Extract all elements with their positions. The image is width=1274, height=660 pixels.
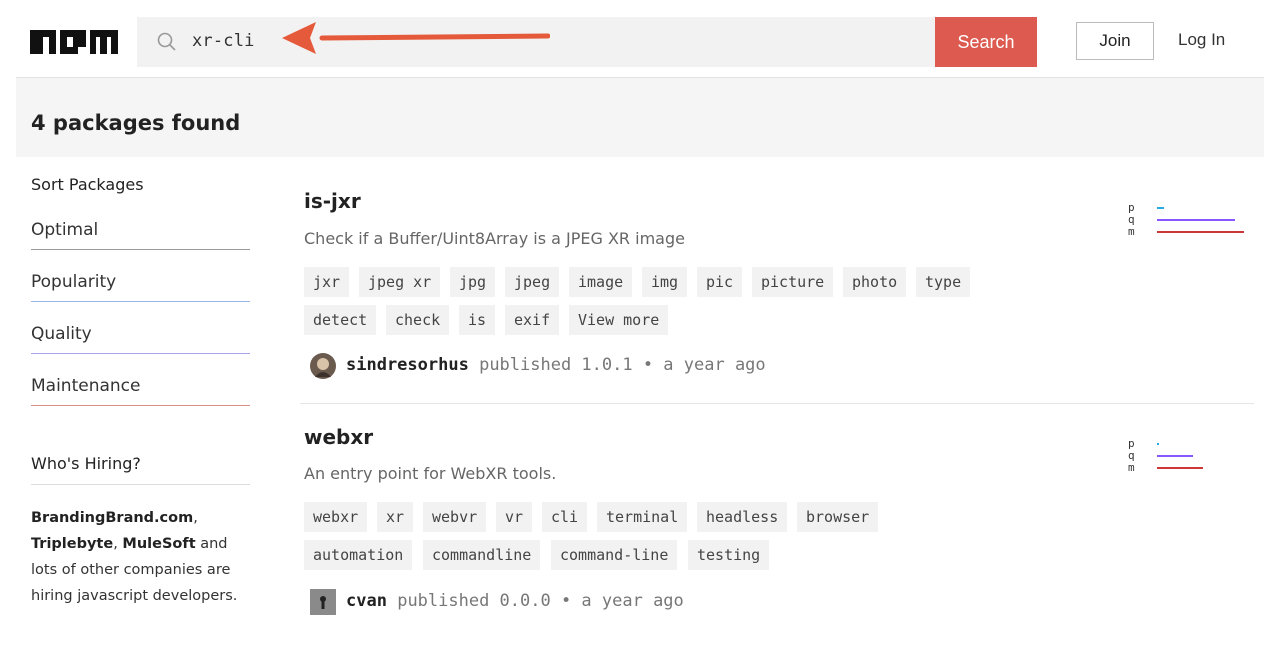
keyword-tag[interactable]: commandline (423, 540, 541, 570)
score-label-m: m (1128, 461, 1135, 474)
hiring-company-link[interactable]: BrandingBrand.com (31, 510, 193, 526)
keyword-tag[interactable]: jpeg (505, 267, 560, 297)
published-text: published 1.0.1 • a year ago (479, 355, 766, 375)
sort-underline (31, 249, 250, 250)
package-name-link[interactable]: webxr (304, 425, 373, 449)
hiring-company-link[interactable]: Triplebyte (31, 536, 113, 552)
score-label-m: m (1128, 225, 1135, 238)
keyword-tag[interactable]: cli (542, 502, 588, 532)
sort-packages-title: Sort Packages (31, 175, 144, 194)
score-label-p: p (1128, 201, 1135, 214)
publish-info: cvan published 0.0.0 • a year ago (346, 591, 684, 611)
top-header: xr-cli Search Join Log In (0, 0, 1274, 76)
view-more-tags-button[interactable]: View more (569, 305, 669, 335)
keyword-tag[interactable]: picture (752, 267, 834, 297)
keyword-tag[interactable]: detect (304, 305, 377, 335)
published-text: published 0.0.0 • a year ago (397, 591, 684, 611)
keyword-tag[interactable]: terminal (597, 502, 688, 532)
results-bar: 4 packages found (16, 77, 1264, 157)
keyword-tag[interactable]: webvr (423, 502, 487, 532)
sort-option-label: Quality (31, 324, 92, 344)
sort-underline (31, 301, 250, 302)
publisher-avatar[interactable] (310, 353, 336, 379)
score-bar-q (1157, 455, 1193, 457)
keyword-tag[interactable]: headless (697, 502, 788, 532)
package-name-link[interactable]: is-jxr (304, 189, 361, 213)
publisher-link[interactable]: cvan (346, 591, 387, 611)
keyword-tag[interactable]: command-line (551, 540, 678, 570)
hiring-text: BrandingBrand.com, Triplebyte, MuleSoft … (31, 510, 238, 604)
sort-underline (31, 405, 250, 406)
score-label-p: p (1128, 437, 1135, 450)
score-bars: pqm (1128, 438, 1258, 482)
score-label-q: q (1128, 449, 1135, 462)
keyword-tag[interactable]: jpg (450, 267, 496, 297)
sort-option-label: Popularity (31, 272, 117, 292)
keyword-tag[interactable]: webxr (304, 502, 368, 532)
keyword-tag[interactable]: photo (843, 267, 907, 297)
publisher-avatar[interactable] (310, 589, 336, 615)
score-label-q: q (1128, 213, 1135, 226)
sort-option-optimal[interactable]: Optimal (31, 214, 250, 250)
score-bars: pqm (1128, 202, 1258, 246)
search-button[interactable]: Search (935, 17, 1037, 67)
keyword-tag[interactable]: testing (688, 540, 770, 570)
publisher-link[interactable]: sindresorhus (346, 355, 469, 375)
results-count: 4 packages found (31, 111, 241, 135)
score-bar-q (1157, 219, 1235, 221)
hiring-company-link[interactable]: MuleSoft (122, 536, 195, 552)
score-bar-m (1157, 231, 1244, 233)
keyword-tag[interactable]: is (459, 305, 496, 335)
whos-hiring-title: Who's Hiring? (31, 454, 141, 473)
login-link[interactable]: Log In (1178, 30, 1225, 50)
search-input[interactable]: xr-cli (192, 31, 255, 51)
keyword-tag[interactable]: pic (697, 267, 743, 297)
score-bar-p (1157, 207, 1164, 209)
keyword-tag[interactable]: check (386, 305, 450, 335)
keyword-tag[interactable]: image (569, 267, 633, 297)
sort-option-maintenance[interactable]: Maintenance (31, 370, 250, 406)
score-bar-p (1157, 443, 1159, 445)
npm-logo[interactable] (30, 30, 118, 54)
keyword-tag[interactable]: automation (304, 540, 413, 570)
keyword-tag[interactable]: type (916, 267, 971, 297)
sort-option-popularity[interactable]: Popularity (31, 266, 250, 302)
package-divider (300, 403, 1254, 404)
keyword-tag[interactable]: xr (377, 502, 414, 532)
keyword-tag[interactable]: jxr (304, 267, 350, 297)
package-description: Check if a Buffer/Uint8Array is a JPEG X… (304, 229, 685, 248)
package-description: An entry point for WebXR tools. (304, 464, 557, 483)
join-button[interactable]: Join (1076, 22, 1154, 60)
score-bar-m (1157, 467, 1203, 469)
publish-info: sindresorhus published 1.0.1 • a year ag… (346, 355, 766, 375)
search-icon (157, 32, 176, 51)
keyword-tag[interactable]: img (642, 267, 688, 297)
sort-option-label: Optimal (31, 220, 99, 240)
keyword-tag[interactable]: browser (797, 502, 879, 532)
keyword-tag[interactable]: vr (496, 502, 533, 532)
sort-underline (31, 353, 250, 354)
keyword-tag[interactable]: jpeg xr (359, 267, 441, 297)
hiring-divider (31, 484, 250, 485)
sort-option-quality[interactable]: Quality (31, 318, 250, 354)
annotation-arrow (282, 22, 550, 54)
sort-option-label: Maintenance (31, 376, 141, 396)
keyword-tag[interactable]: exif (505, 305, 560, 335)
